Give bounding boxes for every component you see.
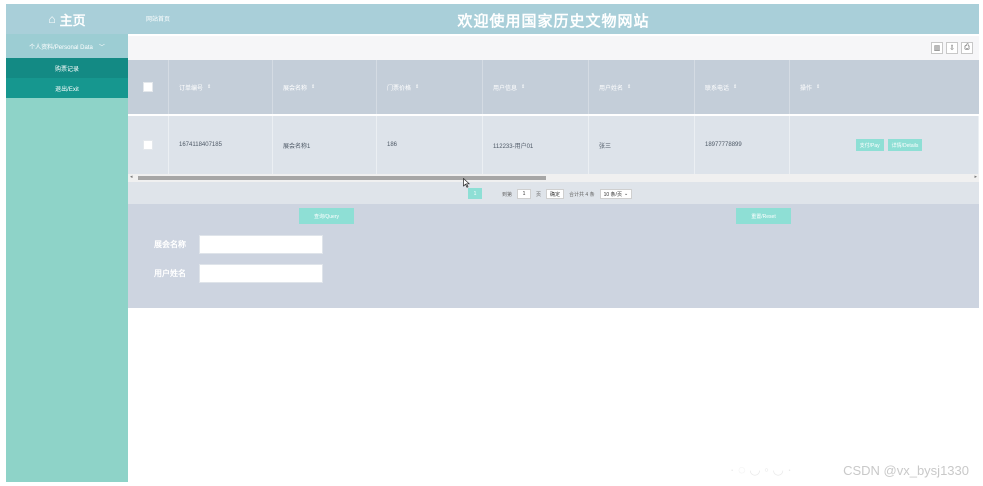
orders-table: 订单编号 ⇕ 展会名称 ⇕ 门票价格 ⇕ 用户信息 ⇕ 用户姓名 ⇕ 联系电话 ⇕ 操作 ⇕ … <box>128 60 979 174</box>
cell-user-info: 112233-用户01 <box>483 116 589 174</box>
cell-price: 186 <box>377 116 483 174</box>
cell-phone: 18977778899 <box>695 116 790 174</box>
scrollbar-thumb[interactable] <box>138 176 546 180</box>
reset-button[interactable]: 重置/Reset <box>736 208 791 224</box>
sidebar-item-label: 购票记录 <box>54 66 79 73</box>
scroll-left-icon[interactable]: ◂ <box>130 174 133 180</box>
brand-label: 主页 <box>59 12 86 28</box>
sort-icon: ⇕ <box>816 84 821 90</box>
scroll-right-icon[interactable]: ▸ <box>974 174 977 180</box>
sort-icon: ⇕ <box>733 84 738 90</box>
search-panel: 查询/Query 重置/Reset 展会名称 用户姓名 <box>128 204 979 308</box>
details-button[interactable]: 详情/Details <box>887 139 923 151</box>
user-name-input[interactable] <box>199 264 323 283</box>
cell-order-no: 1674118407185 <box>169 116 273 174</box>
exhibition-name-input[interactable] <box>199 235 323 254</box>
top-header: 网站首页 欢迎使用国家历史文物网站 <box>128 4 979 34</box>
page-unit: 页 <box>536 191 542 198</box>
cell-exhibition: 展会名称1 <box>273 116 377 174</box>
column-header-phone[interactable]: 联系电话 ⇕ <box>695 60 790 114</box>
sidebar: ⌂ 主页 个人资料/Personal Data ﹀ 购票记录 退出/Exit <box>6 4 128 482</box>
pagination: 1 到第 1 页 确定 合计共 4 条 10 条/页 ⌄ <box>128 182 979 204</box>
watermark: CSDN @vx_bysj1330 <box>843 463 969 478</box>
column-header-user-info[interactable]: 用户信息 ⇕ <box>483 60 589 114</box>
home-link[interactable]: ⌂ 主页 <box>6 4 128 34</box>
column-header-user-name[interactable]: 用户姓名 ⇕ <box>589 60 695 114</box>
print-icon[interactable]: ⎙ <box>961 42 973 54</box>
columns-icon[interactable]: ▥ <box>931 42 943 54</box>
goto-confirm-button[interactable]: 确定 <box>546 189 565 199</box>
export-icon[interactable]: ⇩ <box>946 42 958 54</box>
sort-icon: ⇕ <box>415 84 420 90</box>
table-row: 1674118407185 展会名称1 186 112233-用户01 张三 1… <box>128 116 979 174</box>
user-name-label: 用户姓名 <box>154 269 186 278</box>
column-header-price[interactable]: 门票价格 ⇕ <box>377 60 483 114</box>
column-header-exhibition[interactable]: 展会名称 ⇕ <box>273 60 377 114</box>
mouse-cursor-icon <box>463 178 470 188</box>
horizontal-scrollbar[interactable]: ◂ ▸ <box>128 174 979 182</box>
home-icon: ⌂ <box>48 12 56 26</box>
column-header-actions[interactable]: 操作 ⇕ <box>790 60 979 114</box>
sidebar-group-personal-data[interactable]: 个人资料/Personal Data ﹀ <box>6 34 128 58</box>
query-button[interactable]: 查询/Query <box>299 208 354 224</box>
page-size-select[interactable]: 10 条/页 ⌄ <box>599 189 633 199</box>
chevron-down-icon: ⌄ <box>623 191 629 197</box>
sidebar-item-label: 退出/Exit <box>55 86 79 93</box>
row-checkbox[interactable] <box>143 140 153 150</box>
sidebar-item-purchase-records[interactable]: 购票记录 <box>6 58 128 78</box>
page-number-current[interactable]: 1 <box>468 188 482 199</box>
select-all-checkbox[interactable] <box>143 82 153 92</box>
select-all-cell <box>128 60 169 114</box>
chevron-down-icon: ﹀ <box>98 44 105 51</box>
column-header-order-no[interactable]: 订单编号 ⇕ <box>169 60 273 114</box>
sort-icon: ⇕ <box>521 84 526 90</box>
watermark-ghost: · ◌ ◡ ◦ ◡ · <box>730 462 792 477</box>
sidebar-group-label: 个人资料/Personal Data <box>29 44 93 51</box>
table-header-row: 订单编号 ⇕ 展会名称 ⇕ 门票价格 ⇕ 用户信息 ⇕ 用户姓名 ⇕ 联系电话 ⇕ 操作 ⇕ <box>128 60 979 114</box>
table-toolbar: ▥ ⇩ ⎙ <box>128 36 979 60</box>
cell-user-name: 张三 <box>589 116 695 174</box>
row-select-cell <box>128 116 169 174</box>
sidebar-item-exit[interactable]: 退出/Exit <box>6 78 128 98</box>
sort-icon: ⇕ <box>207 84 212 90</box>
total-count: 合计共 4 条 <box>569 191 595 198</box>
sort-icon: ⇕ <box>311 84 316 90</box>
cell-actions: 支付/Pay 详情/Details <box>790 116 979 174</box>
pay-button[interactable]: 支付/Pay <box>855 139 884 151</box>
goto-label: 到第 <box>502 191 513 198</box>
goto-page-input[interactable]: 1 <box>517 189 532 199</box>
site-title: 欢迎使用国家历史文物网站 <box>457 13 650 30</box>
app-window: ⌂ 主页 个人资料/Personal Data ﹀ 购票记录 退出/Exit 网… <box>0 0 983 486</box>
exhibition-name-label: 展会名称 <box>154 240 186 249</box>
sort-icon: ⇕ <box>627 84 632 90</box>
